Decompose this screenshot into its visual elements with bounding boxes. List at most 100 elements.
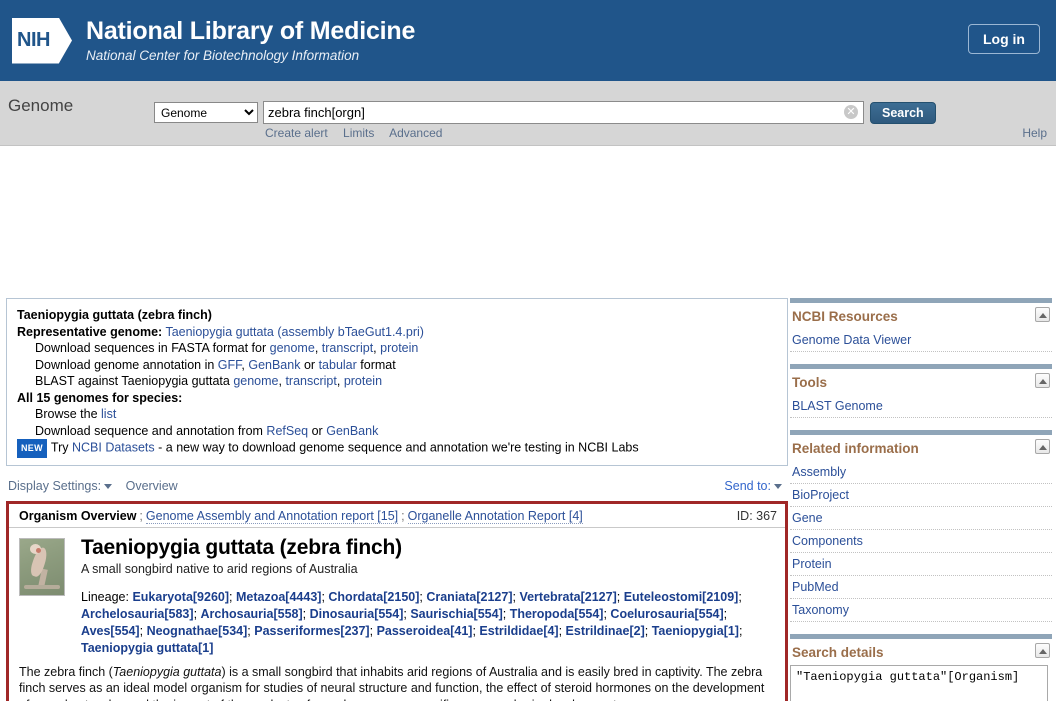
collapse-related-information-icon[interactable] xyxy=(1035,439,1050,454)
lineage-separator: ; xyxy=(229,589,236,604)
organism-description: The zebra finch (Taeniopygia guttata) is… xyxy=(19,664,775,701)
thumbnail-detail-perch xyxy=(24,584,60,589)
ncbi-datasets-link[interactable]: NCBI Datasets xyxy=(72,441,155,455)
organism-thumbnail[interactable] xyxy=(19,537,65,596)
search-input[interactable] xyxy=(263,101,864,124)
sidebar-item-pubmed[interactable]: PubMed xyxy=(790,576,1052,599)
sidebar-heading-search-details: Search details xyxy=(790,643,1052,665)
blast-transcript-link[interactable]: transcript xyxy=(285,374,336,388)
genbank-link[interactable]: GenBank xyxy=(326,424,378,438)
sidebar-item-bioproject[interactable]: BioProject xyxy=(790,484,1052,507)
lineage-taxon-link[interactable]: Taeniopygia guttata[1] xyxy=(81,641,213,655)
lineage-taxon-link[interactable]: Estrildidae[4] xyxy=(479,624,558,638)
fasta-transcript-link[interactable]: transcript xyxy=(322,341,373,355)
genome-info-panel: Taeniopygia guttata (zebra finch) Repres… xyxy=(6,298,788,466)
record-sep-2: ; xyxy=(401,508,405,523)
lineage-taxon-link[interactable]: Estrildinae[2] xyxy=(566,624,645,638)
blast-protein-link[interactable]: protein xyxy=(344,374,382,388)
lineage-taxon-link[interactable]: Dinosauria[554] xyxy=(310,607,404,621)
lineage-taxon-link[interactable]: Theropoda[554] xyxy=(510,607,604,621)
lineage-taxon-link[interactable]: Neognathae[534] xyxy=(147,624,248,638)
send-to-button[interactable]: Send to: xyxy=(724,479,771,493)
annotation-gff-link[interactable]: GFF xyxy=(218,358,242,372)
sidebar-divider xyxy=(790,364,1052,369)
nih-banner: NIH National Library of Medicine Nationa… xyxy=(0,0,1056,81)
lineage-taxon-link[interactable]: Metazoa[4443] xyxy=(236,590,321,604)
representative-genome-link[interactable]: Taeniopygia guttata (assembly bTaeGut1.4… xyxy=(165,325,423,339)
datasets-prefix-text: Try xyxy=(50,440,69,455)
record-body: Taeniopygia guttata (zebra finch) A smal… xyxy=(9,528,785,701)
database-select[interactable]: Genome xyxy=(154,102,258,123)
clear-search-icon[interactable]: ✕ xyxy=(844,105,858,119)
send-to-chevron-down-icon[interactable] xyxy=(774,483,782,489)
lineage-taxon-link[interactable]: Vertebrata[2127] xyxy=(519,590,616,604)
refseq-link[interactable]: RefSeq xyxy=(266,424,308,438)
search-details-textarea[interactable]: "Taeniopygia guttata"[Organism] xyxy=(790,665,1048,701)
sidebar-item-blast-genome[interactable]: BLAST Genome xyxy=(790,395,1052,418)
lineage-taxon-link[interactable]: Chordata[2150] xyxy=(328,590,419,604)
lineage-taxon-link[interactable]: Craniata[2127] xyxy=(426,590,512,604)
sidebar-heading-label: NCBI Resources xyxy=(792,309,898,324)
collapse-tools-icon[interactable] xyxy=(1035,373,1050,388)
login-button[interactable]: Log in xyxy=(968,24,1040,54)
lineage-taxon-link[interactable]: Saurischia[554] xyxy=(410,607,502,621)
chevron-down-icon[interactable] xyxy=(104,483,113,489)
lineage-taxon-link[interactable]: Euteleostomi[2109] xyxy=(624,590,739,604)
sidebar-item-assembly[interactable]: Assembly xyxy=(790,461,1052,484)
advanced-link[interactable]: Advanced xyxy=(389,126,442,140)
lineage-taxon-link[interactable]: Taeniopygia[1] xyxy=(652,624,739,638)
browse-prefix-text: Browse the xyxy=(35,407,98,421)
annotation-prefix-text: Download genome annotation in xyxy=(35,357,215,372)
lineage-taxon-link[interactable]: Passeroidea[41] xyxy=(377,624,473,638)
lineage-separator: ; xyxy=(644,623,652,638)
info-blast-row: BLAST against Taeniopygia guttata genome… xyxy=(35,374,383,388)
sidebar-item-protein[interactable]: Protein xyxy=(790,553,1052,576)
collapse-ncbi-resources-icon[interactable] xyxy=(1035,307,1050,322)
blast-prefix-text: BLAST against Taeniopygia guttata xyxy=(35,374,230,388)
blast-genome-link[interactable]: genome xyxy=(233,374,278,388)
fasta-protein-link[interactable]: protein xyxy=(380,341,418,355)
lineage-taxon-link[interactable]: Passeriformes[237] xyxy=(254,624,369,638)
sidebar-item-components[interactable]: Components xyxy=(790,530,1052,553)
sidebar-item-gene[interactable]: Gene xyxy=(790,507,1052,530)
help-link[interactable]: Help xyxy=(1022,126,1047,140)
lineage-taxon-link[interactable]: Archosauria[558] xyxy=(201,607,303,621)
lineage-separator: ; xyxy=(723,606,728,621)
lineage-separator: ; xyxy=(738,623,743,638)
lineage-taxon-link[interactable]: Aves[554] xyxy=(81,624,140,638)
lineage-taxon-link[interactable]: Coelurosauria[554] xyxy=(610,607,723,621)
annotation-suffix-text: format xyxy=(360,357,396,372)
info-datasets-row: NEW Try NCBI Datasets - a new way to down… xyxy=(17,439,777,458)
display-settings-button[interactable]: Display Settings: xyxy=(8,479,101,493)
organelle-annotation-report-link[interactable]: Organelle Annotation Report [4] xyxy=(407,508,583,524)
browse-list-link[interactable]: list xyxy=(101,407,116,421)
sidebar-heading-label: Tools xyxy=(792,375,827,390)
create-alert-link[interactable]: Create alert xyxy=(265,126,328,140)
lineage-label: Lineage: xyxy=(81,589,129,604)
display-settings-group: Display Settings: Overview xyxy=(8,479,178,493)
organism-subtitle: A small songbird native to arid regions … xyxy=(81,561,358,576)
new-badge: NEW xyxy=(17,439,47,458)
info-download-row: Download sequence and annotation from Re… xyxy=(17,423,777,440)
fasta-prefix-text: Download sequences in FASTA format for xyxy=(35,341,267,355)
lineage-separator: ; xyxy=(558,623,566,638)
annotation-tabular-link[interactable]: tabular xyxy=(319,358,357,372)
search-button[interactable]: Search xyxy=(870,102,936,124)
limits-link[interactable]: Limits xyxy=(343,126,374,140)
record-id: ID: 367 xyxy=(736,508,777,523)
sidebar-heading-ncbi-resources: NCBI Resources xyxy=(790,307,1052,329)
fasta-genome-link[interactable]: genome xyxy=(270,341,315,355)
lineage-taxon-link[interactable]: Eukaryota[9260] xyxy=(132,590,229,604)
description-part-1: The zebra finch ( xyxy=(19,664,113,679)
info-species-line: Taeniopygia guttata (zebra finch) xyxy=(17,308,212,322)
sidebar-item-genome-data-viewer[interactable]: Genome Data Viewer xyxy=(790,329,1052,352)
annotation-genbank-link[interactable]: GenBank xyxy=(248,358,300,372)
record-text-block: Taeniopygia guttata (zebra finch) A smal… xyxy=(81,536,775,657)
sidebar: NCBI Resources Genome Data Viewer Tools … xyxy=(790,298,1052,701)
nih-logo-mark: NIH xyxy=(12,17,72,64)
sidebar-item-taxonomy[interactable]: Taxonomy xyxy=(790,599,1052,622)
lineage-separator: ; xyxy=(502,606,510,621)
lineage-taxon-link[interactable]: Archelosauria[583] xyxy=(81,607,194,621)
collapse-search-details-icon[interactable] xyxy=(1035,643,1050,658)
genome-assembly-report-link[interactable]: Genome Assembly and Annotation report [1… xyxy=(145,508,399,524)
